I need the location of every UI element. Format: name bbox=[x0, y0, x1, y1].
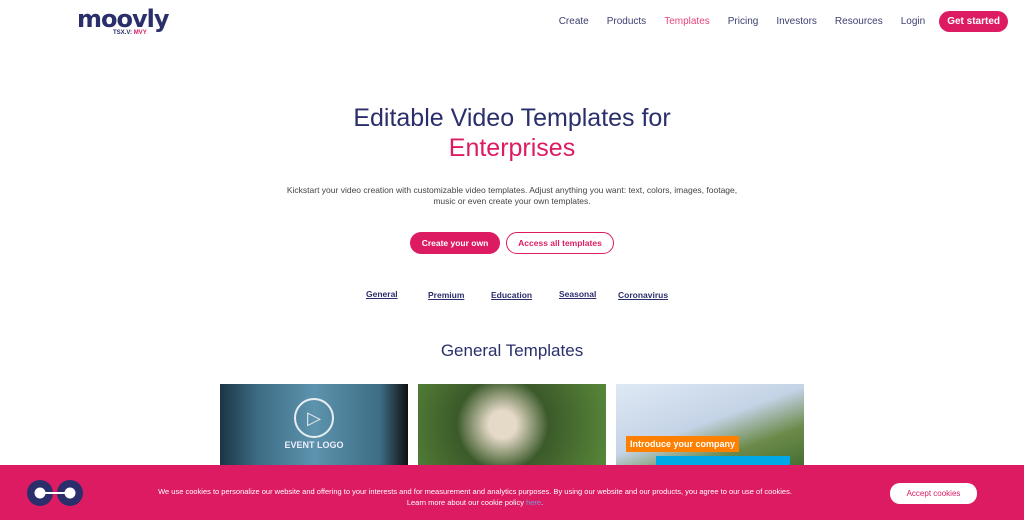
ticker: MVY bbox=[133, 30, 147, 36]
nav-resources[interactable]: Resources bbox=[835, 16, 883, 27]
hero-description: Kickstart your video creation with custo… bbox=[286, 185, 738, 206]
category-general[interactable]: General bbox=[366, 289, 398, 299]
cookie-policy-link[interactable]: here bbox=[526, 498, 541, 507]
access-all-templates-button[interactable]: Access all templates bbox=[506, 232, 614, 254]
moovly-logo[interactable]: moovly TSX.V: MVY bbox=[77, 7, 169, 36]
nav-products[interactable]: Products bbox=[607, 16, 646, 27]
card-overlay-text: Introduce your company bbox=[626, 436, 740, 452]
cookie-banner: We use cookies to personalize our websit… bbox=[0, 465, 1024, 520]
cookie-text: We use cookies to personalize our websit… bbox=[158, 487, 792, 507]
play-icon: ▷ bbox=[294, 398, 334, 438]
nav-create[interactable]: Create bbox=[559, 16, 589, 27]
nav-pricing[interactable]: Pricing bbox=[728, 16, 759, 27]
category-premium[interactable]: Premium bbox=[428, 290, 464, 300]
ticker-prefix: TSX.V: bbox=[113, 30, 133, 36]
template-card[interactable]: Introduce your company bbox=[616, 384, 804, 474]
cookie-logo-icon bbox=[27, 480, 83, 506]
get-started-button[interactable]: Get started bbox=[939, 11, 1008, 32]
template-card[interactable] bbox=[418, 384, 606, 474]
nav-login[interactable]: Login bbox=[901, 16, 925, 27]
section-title: General Templates bbox=[440, 341, 584, 360]
accept-cookies-button[interactable]: Accept cookies bbox=[890, 483, 977, 504]
category-coronavirus[interactable]: Coronavirus bbox=[618, 290, 668, 300]
card-overlay-text: EVENT LOGO bbox=[284, 440, 344, 450]
main-nav: Create Products Templates Pricing Invest… bbox=[541, 11, 1008, 32]
page-title: Editable Video Templates for Enterprises bbox=[353, 104, 671, 162]
template-card[interactable]: ▷ EVENT LOGO bbox=[220, 384, 408, 474]
category-seasonal[interactable]: Seasonal bbox=[559, 289, 596, 299]
create-your-own-button[interactable]: Create your own bbox=[410, 232, 500, 254]
nav-templates[interactable]: Templates bbox=[664, 16, 710, 27]
nav-investors[interactable]: Investors bbox=[776, 16, 817, 27]
header: moovly TSX.V: MVY Create Products Templa… bbox=[0, 0, 1024, 44]
category-education[interactable]: Education bbox=[491, 290, 532, 300]
